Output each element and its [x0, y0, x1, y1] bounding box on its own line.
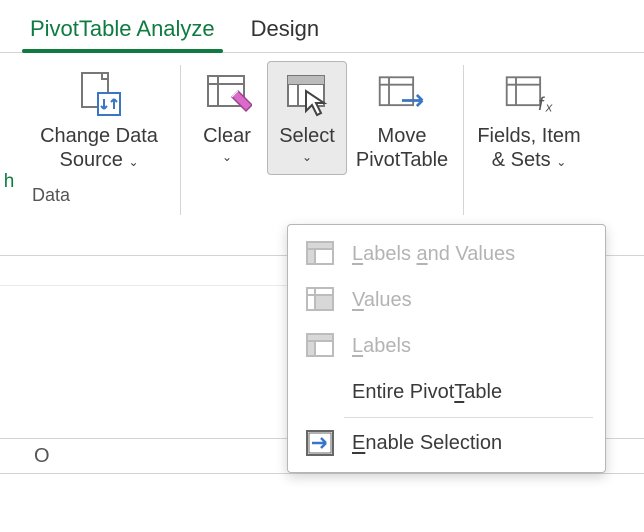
move-pivottable-icon [376, 68, 428, 120]
select-dropdown-menu: Labels and Values Values Labels Entire P… [287, 224, 606, 473]
blank-icon [306, 379, 336, 405]
tab-design[interactable]: Design [233, 8, 337, 52]
refresh-button-partial[interactable]: h [0, 61, 18, 251]
chevron-down-icon: ⌄ [302, 150, 312, 164]
enable-selection-icon [306, 430, 336, 456]
menu-item-label: Entire PivotTable [352, 381, 587, 404]
menu-enable-selection[interactable]: Enable Selection [288, 420, 605, 466]
clear-label: Clear [203, 124, 251, 148]
change-data-source-icon [73, 68, 125, 120]
chevron-down-icon: ⌄ [556, 155, 566, 169]
fields-items-sets-button[interactable]: f x Fields, Item & Sets ⌄ [470, 61, 588, 177]
select-icon [281, 68, 333, 120]
group-calculations-partial: f x Fields, Item & Sets ⌄ [468, 61, 590, 251]
fields-items-sets-label: Fields, Item & Sets ⌄ [477, 124, 580, 174]
menu-labels-and-values: Labels and Values [288, 231, 605, 277]
table-icon [306, 287, 336, 313]
svg-text:x: x [545, 100, 553, 115]
menu-labels: Labels [288, 323, 605, 369]
group-separator [180, 65, 181, 215]
chevron-down-icon: ⌄ [222, 150, 232, 164]
move-pivottable-label: Move PivotTable [356, 124, 448, 172]
svg-text:f: f [538, 93, 545, 114]
column-header-o[interactable]: O [0, 445, 50, 468]
table-icon [306, 241, 336, 267]
select-label: Select [279, 124, 335, 148]
menu-values: Values [288, 277, 605, 323]
fields-items-sets-icon: f x [503, 68, 555, 120]
menu-item-label: Values [352, 289, 587, 312]
group-label-data: Data [24, 183, 78, 208]
select-button[interactable]: Select ⌄ [267, 61, 347, 175]
menu-item-label: Labels and Values [352, 243, 587, 266]
menu-separator [344, 417, 593, 418]
table-icon [306, 333, 336, 359]
ribbon-tabs: PivotTable Analyze Design [0, 0, 644, 53]
worksheet-grid-area[interactable] [0, 285, 287, 287]
clear-icon [201, 68, 253, 120]
change-data-source-button[interactable]: Change Data Source ⌄ [24, 61, 174, 177]
group-actions: Clear ⌄ Select ⌄ [185, 61, 459, 251]
chevron-down-icon: ⌄ [128, 155, 138, 169]
tab-pivottable-analyze[interactable]: PivotTable Analyze [12, 8, 233, 52]
clear-button[interactable]: Clear ⌄ [187, 61, 267, 175]
move-pivottable-button[interactable]: Move PivotTable [347, 61, 457, 175]
group-data: Change Data Source ⌄ Data [18, 61, 176, 251]
group-separator [463, 65, 464, 215]
menu-item-label: Labels [352, 335, 587, 358]
change-data-source-label: Change Data Source ⌄ [40, 124, 158, 174]
menu-entire-pivottable[interactable]: Entire PivotTable [288, 369, 605, 415]
menu-item-label: Enable Selection [352, 432, 587, 455]
